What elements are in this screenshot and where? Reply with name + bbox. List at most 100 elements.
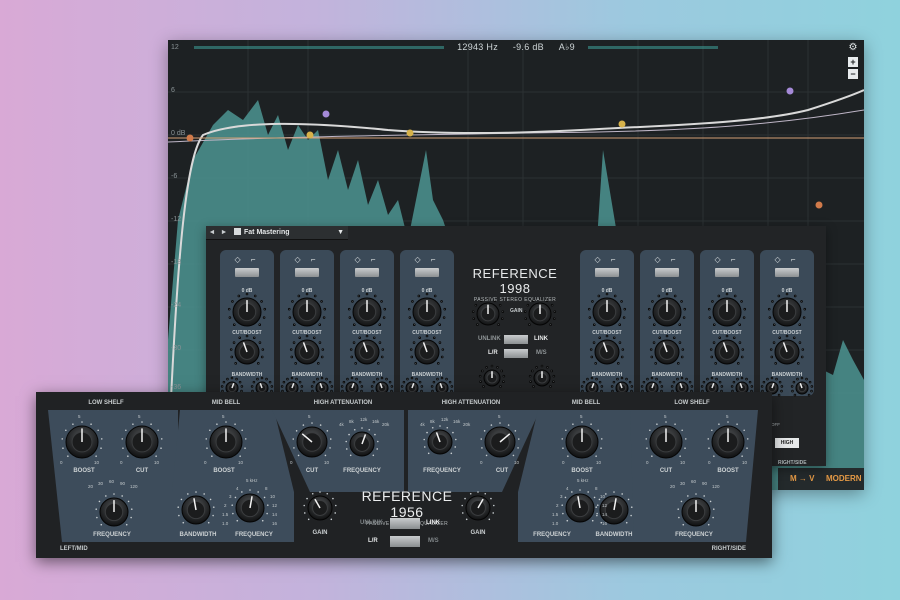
bell-freq-tick: 4: [236, 486, 239, 491]
unlink-label: UNLINK: [478, 336, 501, 342]
bandwidth-label: BANDWIDTH: [771, 372, 803, 378]
filter-shape-icon: ◇ ⌐: [594, 255, 620, 264]
knob-max-tick: 10: [324, 460, 330, 465]
shelf-freq-tick: 30: [680, 481, 686, 486]
bandwidth-label: BANDWIDTH: [231, 372, 263, 378]
bandwidth-label: BANDWIDTH: [591, 372, 623, 378]
knob-max-tick: 10: [154, 460, 160, 465]
shelf-freq-tick: 60: [691, 479, 697, 484]
link-switch[interactable]: [390, 518, 420, 529]
eq-node-7[interactable]: [815, 201, 823, 209]
zero-db-label: 0 dB: [601, 288, 613, 294]
knob-mid-tick: 5: [498, 414, 501, 419]
eq-node-2[interactable]: [306, 131, 314, 139]
filter-shape-icon: ◇ ⌐: [774, 255, 800, 264]
knob-mid-tick: 5: [138, 414, 141, 419]
band-switch[interactable]: [295, 268, 319, 277]
gain-knob[interactable]: [303, 491, 337, 521]
zero-db-label: 0 dB: [361, 288, 373, 294]
lr-ms-switch[interactable]: [504, 349, 528, 358]
cut-boost-label: CUT/BOOST: [772, 330, 802, 336]
gear-icon[interactable]: ⚙: [848, 43, 858, 53]
gain-knob[interactable]: [461, 491, 495, 521]
bell-freq-tick: 12: [602, 503, 608, 508]
band-switch[interactable]: [415, 268, 439, 277]
shelf-freq-tick: 60: [109, 479, 115, 484]
zoom-out-button[interactable]: −: [848, 69, 858, 79]
knob-min-tick: 0: [120, 460, 123, 465]
band-switch[interactable]: [235, 268, 259, 277]
bandwidth-label: BANDWIDTH: [711, 372, 743, 378]
band-switch[interactable]: [355, 268, 379, 277]
band-switch[interactable]: [715, 268, 739, 277]
bandwidth-label: BANDWIDTH: [291, 372, 323, 378]
bell-freq-tick: 1.0: [222, 521, 229, 526]
bandwidth-label: BANDWIDTH: [351, 372, 383, 378]
lr-ms-switch[interactable]: [390, 536, 420, 547]
db-label: -6: [171, 173, 178, 180]
shelf-freq-tick: 120: [712, 484, 720, 489]
atten-freq-tick: 12k: [360, 417, 368, 422]
zero-db-label: 0 dB: [301, 288, 313, 294]
band-labels: ◇ ⌐ 0 dB CUT/BOOST BANDWIDTH: [640, 250, 694, 396]
band-switch[interactable]: [655, 268, 679, 277]
cursor-readout: 12943 Hz -9.6 dB A♭9: [168, 42, 864, 53]
style-mode-toggle[interactable]: MODERN: [826, 474, 862, 483]
eq-node-1[interactable]: [186, 134, 194, 142]
eq-node-6[interactable]: [786, 87, 794, 95]
knob-min-tick: 0: [708, 460, 711, 465]
r1998-title: REFERENCE 1998: [472, 266, 558, 296]
reference-1956-panel: LOW SHELF MID BELL HIGH ATTENUATION HIGH…: [36, 392, 772, 558]
bell-freq-tick: 1.0: [552, 521, 559, 526]
knob-mid-tick: 5: [308, 414, 311, 419]
bell-freq-tick: 3: [229, 494, 232, 499]
section-title: MID BELL: [211, 400, 241, 406]
unlink-label: UNLINK: [360, 520, 383, 526]
frequency-label: FREQUENCY: [93, 532, 131, 538]
cut-label: CUT: [135, 468, 149, 474]
off-label: OFF: [771, 422, 780, 427]
bell-freq-tick: 16: [272, 521, 278, 526]
frequency-label: FREQUENCY: [343, 468, 381, 474]
eq-node-3[interactable]: [322, 110, 330, 118]
bell-freq-tick: 2: [224, 503, 227, 508]
right-side-label: RIGHT/SIDE: [778, 460, 807, 466]
lr-label: L/R: [488, 350, 498, 356]
bell-freq-tick: 12: [272, 503, 278, 508]
db-label: 0 dB: [171, 130, 186, 137]
ms-label: M/S: [536, 350, 547, 356]
section-title: HIGH ATTENUATION: [313, 400, 373, 406]
cut-boost-label: CUT/BOOST: [352, 330, 382, 336]
atten-freq-tick: 8k: [430, 419, 435, 424]
shelf-freq-tick: 20: [670, 484, 676, 489]
gain-label: GAIN: [470, 530, 486, 536]
readout-frequency: 12943 Hz: [457, 42, 499, 52]
knob-mid-tick: 5: [664, 414, 667, 419]
eq-node-5[interactable]: [618, 120, 626, 128]
bell-freq-tick: 3: [560, 494, 563, 499]
readout-gain: -9.6 dB: [512, 42, 544, 52]
high-button[interactable]: HIGH: [775, 438, 799, 448]
zero-db-label: 0 dB: [781, 288, 793, 294]
shelf-freq-tick: 90: [120, 481, 126, 486]
knob-max-tick: 10: [680, 460, 686, 465]
knob-max-tick: 10: [596, 460, 602, 465]
band-labels: ◇ ⌐ 0 dB CUT/BOOST BANDWIDTH: [280, 250, 334, 396]
db-label: -24: [171, 302, 182, 309]
eq-node-4[interactable]: [406, 129, 414, 137]
knob-mid-tick: 5: [78, 414, 81, 419]
bell-freq-tick: 2: [556, 503, 559, 508]
mid-side-mode-toggle[interactable]: M → V: [790, 474, 814, 483]
filter-shape-icon: ◇ ⌐: [654, 255, 680, 264]
band-switch[interactable]: [595, 268, 619, 277]
section-title: LOW SHELF: [674, 400, 710, 406]
zoom-in-button[interactable]: +: [848, 57, 858, 67]
ms-label: M/S: [428, 538, 439, 544]
link-switch[interactable]: [504, 335, 528, 344]
frequency-label: FREQUENCY: [235, 532, 273, 538]
atten-freq-tick: 4k: [339, 422, 344, 427]
knob-min-tick: 0: [562, 460, 565, 465]
bell-freq-tick: 10: [600, 494, 606, 499]
knob-max-tick: 10: [94, 460, 100, 465]
band-switch[interactable]: [775, 268, 799, 277]
